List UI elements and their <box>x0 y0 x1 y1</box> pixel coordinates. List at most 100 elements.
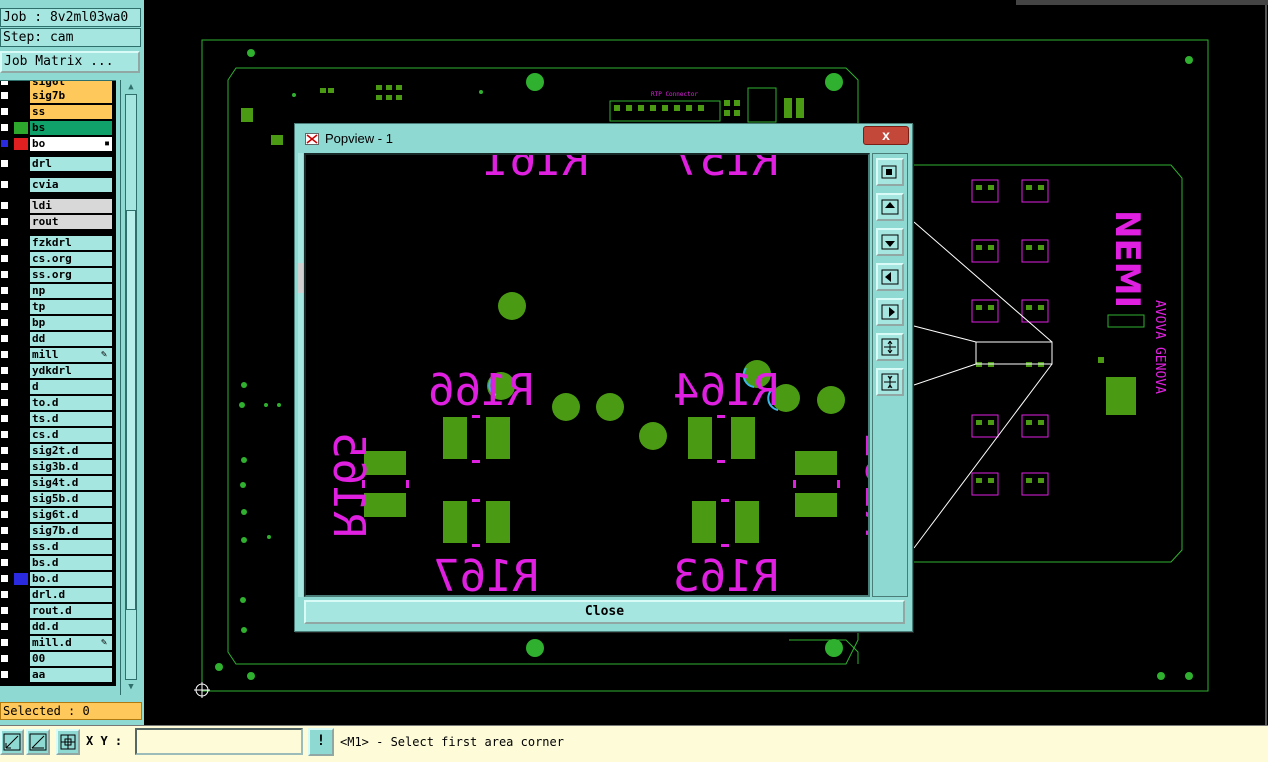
pan-left-button[interactable] <box>876 263 904 291</box>
layer-checkbox[interactable] <box>0 398 9 407</box>
layer-row[interactable]: ss <box>0 105 116 119</box>
layer-name[interactable]: sig4t.d <box>30 476 112 490</box>
layer-name[interactable]: sig3b.d <box>30 460 112 474</box>
layer-row[interactable]: sig4t.d <box>0 476 116 490</box>
layer-name[interactable]: drl.d <box>30 588 112 602</box>
layer-checkbox[interactable] <box>0 446 9 455</box>
layer-row[interactable]: cvia <box>0 178 116 192</box>
info-button[interactable]: ! <box>308 728 334 756</box>
zoom-in-button[interactable] <box>876 333 904 361</box>
layer-name[interactable]: sig2t.d <box>30 444 112 458</box>
layer-row[interactable]: ts.d <box>0 412 116 426</box>
layer-name[interactable]: rout <box>30 215 112 229</box>
layer-row[interactable]: sig6t <box>0 81 116 89</box>
xy-coordinate-input[interactable] <box>135 728 303 755</box>
layer-checkbox[interactable] <box>0 123 9 132</box>
layer-row[interactable]: mill.d ✎ <box>0 636 116 650</box>
layer-row[interactable]: drl.d <box>0 588 116 602</box>
popview-window[interactable]: Popview - 1 x R161 R157 R166 R164 R167 R… <box>294 123 913 632</box>
window-close-icon[interactable]: x <box>863 126 909 145</box>
layer-name[interactable]: bs.d <box>30 556 112 570</box>
popview-viewport[interactable]: R161 R157 R166 R164 R167 R163 R165 R162 <box>304 153 870 597</box>
layer-row[interactable]: ldi <box>0 199 116 213</box>
layer-row[interactable]: d <box>0 380 116 394</box>
layer-checkbox[interactable] <box>0 414 9 423</box>
scroll-down-icon[interactable]: ▼ <box>126 682 136 692</box>
layer-name[interactable]: bo <box>30 137 112 151</box>
layer-checkbox[interactable] <box>0 526 9 535</box>
layer-checkbox[interactable] <box>0 558 9 567</box>
layer-name[interactable]: sig6t <box>30 81 112 89</box>
layer-name[interactable]: drl <box>30 157 112 171</box>
measure-tool-button[interactable] <box>26 729 50 755</box>
job-matrix-button[interactable]: Job Matrix ... <box>0 51 140 73</box>
layer-row[interactable]: cs.d <box>0 428 116 442</box>
layer-checkbox[interactable] <box>0 382 9 391</box>
layer-row[interactable]: sig2t.d <box>0 444 116 458</box>
layer-checkbox[interactable] <box>0 81 9 86</box>
layer-color-swatch[interactable] <box>14 573 28 585</box>
layer-name[interactable]: ss <box>30 105 112 119</box>
layer-name[interactable]: sig7b.d <box>30 524 112 538</box>
layer-checkbox[interactable] <box>0 270 9 279</box>
layer-name[interactable]: sig7b <box>30 89 112 103</box>
layer-checkbox[interactable] <box>0 494 9 503</box>
layer-name[interactable]: cs.d <box>30 428 112 442</box>
layer-checkbox[interactable] <box>0 462 9 471</box>
layer-row[interactable]: rout.d <box>0 604 116 618</box>
layer-checkbox[interactable] <box>0 478 9 487</box>
layer-name[interactable]: mill <box>30 348 112 362</box>
layer-row[interactable]: 00 <box>0 652 116 666</box>
layer-name[interactable]: aa <box>30 668 112 682</box>
layer-name[interactable]: ldi <box>30 199 112 213</box>
layer-list[interactable]: sig6t sig7b ss bs bo ▪ drl cvia ldi rout fzkdrl cs.… <box>0 80 116 686</box>
pan-up-button[interactable] <box>876 193 904 221</box>
layer-checkbox[interactable] <box>0 670 9 679</box>
layer-checkbox[interactable] <box>0 350 9 359</box>
layer-checkbox[interactable] <box>0 159 9 168</box>
layer-row[interactable]: ydkdrl <box>0 364 116 378</box>
layer-row[interactable]: ss.org <box>0 268 116 282</box>
layer-checkbox[interactable] <box>0 606 9 615</box>
layer-checkbox[interactable] <box>0 91 9 100</box>
zoom-out-button[interactable] <box>876 368 904 396</box>
layer-checkbox[interactable] <box>0 654 9 663</box>
layer-checkbox[interactable] <box>0 318 9 327</box>
layer-name[interactable]: dd <box>30 332 112 346</box>
layer-row[interactable]: np <box>0 284 116 298</box>
layer-row[interactable]: to.d <box>0 396 116 410</box>
layer-name[interactable]: bp <box>30 316 112 330</box>
layer-checkbox[interactable] <box>0 574 9 583</box>
layer-checkbox[interactable] <box>0 510 9 519</box>
layer-row[interactable]: tp <box>0 300 116 314</box>
layer-name[interactable]: d <box>30 380 112 394</box>
layer-checkbox[interactable] <box>0 590 9 599</box>
pan-right-button[interactable] <box>876 298 904 326</box>
layer-name[interactable]: sig5b.d <box>30 492 112 506</box>
layer-name[interactable]: mill.d <box>30 636 112 650</box>
layer-row[interactable]: ss.d <box>0 540 116 554</box>
layer-row[interactable]: bs.d <box>0 556 116 570</box>
layer-list-scrollbar[interactable]: ▲ ▼ <box>120 80 142 695</box>
layer-checkbox[interactable] <box>0 107 9 116</box>
layer-name[interactable]: ts.d <box>30 412 112 426</box>
layer-row[interactable]: mill ✎ <box>0 348 116 362</box>
layer-checkbox[interactable] <box>0 542 9 551</box>
layer-row[interactable]: bp <box>0 316 116 330</box>
layer-row[interactable]: sig6t.d <box>0 508 116 522</box>
layer-name[interactable]: ydkdrl <box>30 364 112 378</box>
layer-row[interactable]: bs <box>0 121 116 135</box>
layer-name[interactable]: bs <box>30 121 112 135</box>
layer-name[interactable]: rout.d <box>30 604 112 618</box>
layer-checkbox[interactable] <box>0 180 9 189</box>
layer-row[interactable]: sig3b.d <box>0 460 116 474</box>
layer-row[interactable]: rout <box>0 215 116 229</box>
layer-checkbox[interactable] <box>0 366 9 375</box>
layer-row[interactable]: dd <box>0 332 116 346</box>
layer-checkbox[interactable] <box>0 139 9 148</box>
layer-name[interactable]: cs.org <box>30 252 112 266</box>
layer-row[interactable]: drl <box>0 157 116 171</box>
layer-row[interactable]: sig7b <box>0 89 116 103</box>
grid-tool-button[interactable] <box>56 729 80 755</box>
layer-row[interactable]: fzkdrl <box>0 236 116 250</box>
